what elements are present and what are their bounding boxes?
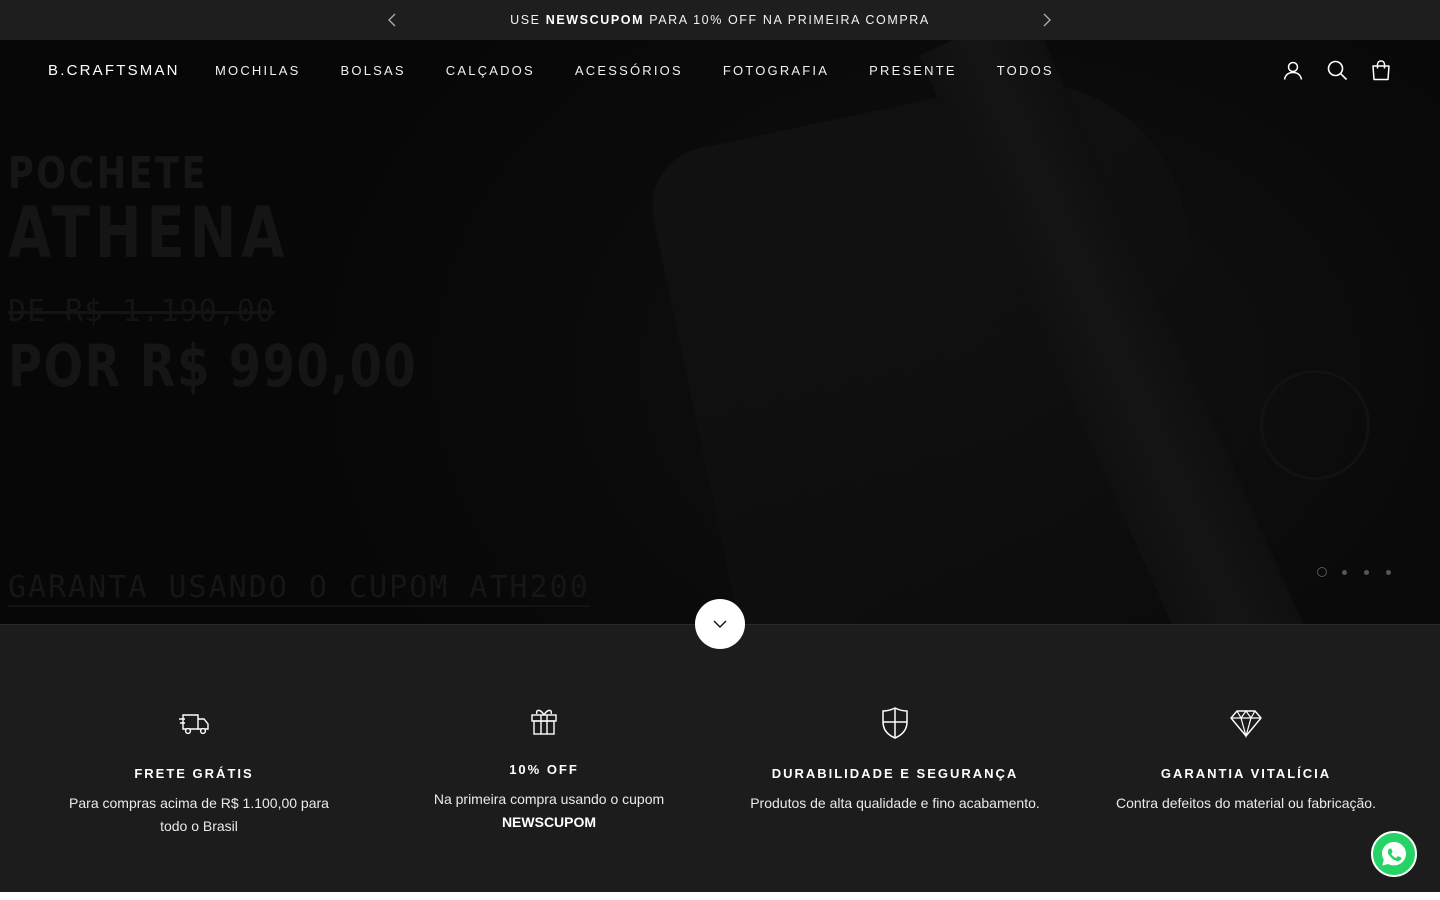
slide-dot-3[interactable] <box>1361 567 1371 577</box>
nav-mochilas[interactable]: MOCHILAS <box>215 63 301 78</box>
hero-slideshow: POCHETE ATHENA DE R$ 1.190,00 POR R$ 990… <box>0 40 1440 624</box>
nav-fotografia[interactable]: FOTOGRAFIA <box>723 63 829 78</box>
chevron-right-icon[interactable] <box>1037 11 1055 29</box>
feature-desc: Para compras acima de R$ 1.100,00 para t… <box>69 795 329 834</box>
feature-desc: Na primeira compra usando o cupom NEWSCU… <box>404 788 694 834</box>
truck-icon <box>179 714 209 735</box>
account-icon[interactable] <box>1282 59 1304 81</box>
feature-title: 10% OFF <box>509 762 579 777</box>
hero-old-price: DE R$ 1.190,00 <box>8 294 275 329</box>
announcement-text: USE NEWSCUPOM PARA 10% OFF NA PRIMEIRA C… <box>510 13 930 27</box>
gift-icon <box>531 709 557 735</box>
chevron-left-icon[interactable] <box>384 11 402 29</box>
feature-desc: Contra defeitos do material ou fabricaçã… <box>1116 795 1376 811</box>
search-icon[interactable] <box>1326 59 1348 81</box>
nav-presente[interactable]: PRESENTE <box>869 63 957 78</box>
scroll-down-button[interactable] <box>695 599 745 649</box>
nav-bolsas[interactable]: BOLSAS <box>341 63 406 78</box>
hero-line2: ATHENA <box>8 192 290 274</box>
chevron-down-icon <box>713 620 727 628</box>
features-section: FRETE GRÁTIS Para compras acima de R$ 1.… <box>0 624 1440 892</box>
logo[interactable]: B.CRAFTSMAN <box>48 62 180 79</box>
feature-title: FRETE GRÁTIS <box>134 766 254 781</box>
hero-cupom: GARANTA USANDO O CUPOM ATH200 <box>8 570 590 607</box>
whatsapp-button[interactable] <box>1371 831 1417 877</box>
slide-dot-1[interactable] <box>1317 567 1327 577</box>
footer-divider <box>0 892 1440 900</box>
hero-price: POR R$ 990,00 <box>8 332 418 400</box>
feature-title: GARANTIA VITALÍCIA <box>1160 766 1332 781</box>
main-nav: MOCHILAS BOLSAS CALÇADOS ACESSÓRIOS FOTO… <box>215 63 1094 78</box>
announcement-code: NEWSCUPOM <box>545 13 645 27</box>
announcement-prefix: USE <box>510 13 546 27</box>
announcement-bar: USE NEWSCUPOM PARA 10% OFF NA PRIMEIRA C… <box>0 0 1440 40</box>
feature-desc-code: NEWSCUPOM <box>501 814 597 830</box>
slide-dots <box>1317 567 1393 577</box>
nav-acessorios[interactable]: ACESSÓRIOS <box>575 63 683 78</box>
whatsapp-icon <box>1382 842 1406 866</box>
diamond-icon <box>1230 709 1262 739</box>
header-icons <box>1282 59 1392 81</box>
feature-desc: Produtos de alta qualidade e fino acabam… <box>750 795 1040 811</box>
slide-dot-2[interactable] <box>1339 567 1349 577</box>
feature-title: DURABILIDADE E SEGURANÇA <box>771 766 1019 781</box>
nav-calcados[interactable]: CALÇADOS <box>446 63 535 78</box>
cart-icon[interactable] <box>1370 59 1392 81</box>
site-header: B.CRAFTSMAN MOCHILAS BOLSAS CALÇADOS ACE… <box>0 40 1440 102</box>
slide-dot-4[interactable] <box>1383 567 1393 577</box>
hero-ring-shape <box>1260 370 1370 480</box>
feature-desc-text: Na primeira compra usando o cupom <box>433 791 665 807</box>
shield-icon <box>882 707 908 739</box>
announcement-suffix: PARA 10% OFF NA PRIMEIRA COMPRA <box>644 13 930 27</box>
nav-todos[interactable]: TODOS <box>997 63 1054 78</box>
